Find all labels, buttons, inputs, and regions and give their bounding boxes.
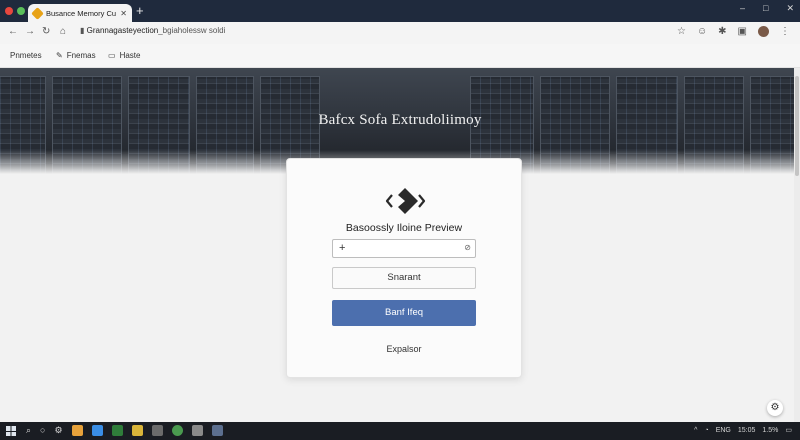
start-menu-icon[interactable] [6, 426, 16, 436]
system-tray: ^ ◔ ENG 15:05 1.5% ▭ [694, 426, 792, 435]
minimize-window-dot[interactable] [17, 7, 25, 15]
bookmark-item-2[interactable]: ✎ Fnemas [56, 51, 96, 60]
downloads-icon[interactable]: ▣ [738, 26, 747, 37]
monitor-icon: ▭ [108, 51, 116, 60]
app-icon[interactable] [211, 425, 223, 436]
clear-icon[interactable]: ⊘ [464, 243, 471, 252]
brand-logo-icon [385, 188, 426, 214]
tab-title: Busance Memory Cuscey [46, 8, 117, 18]
tab-close-icon[interactable]: ✕ [120, 9, 127, 18]
new-tab-button[interactable]: + [136, 4, 144, 18]
maximize-button[interactable]: □ [763, 3, 768, 14]
browser-tab-strip: Busance Memory Cuscey ✕ + – □ ✕ [0, 0, 800, 22]
profile-avatar[interactable] [758, 26, 769, 37]
bookmark-label: Pnmetes [10, 51, 42, 60]
search-input[interactable]: + ⊘ [332, 239, 476, 258]
login-card: Basoossly Iloine Preview + ⊘ Snarant Ban… [286, 158, 522, 378]
bookmark-star-icon[interactable]: ☆ [677, 26, 686, 37]
scrollbar-thumb[interactable] [795, 76, 799, 176]
browser-tab-active[interactable]: Busance Memory Cuscey ✕ [28, 4, 132, 22]
taskbar: ⌕ ○ ⚙ ^ ◔ ENG 15:05 1.5% ▭ [0, 422, 800, 440]
task-view-icon[interactable]: ○ [40, 425, 45, 436]
address-bar-row: ← → ↻ ⌂ ▮ Grannagasteyection_bgiaholessw… [0, 22, 800, 44]
url-path: _bgiaholessw soldi [158, 26, 226, 35]
help-floating-icon[interactable]: ⚙ [767, 400, 783, 416]
settings-icon[interactable]: ⚙ [54, 425, 62, 436]
card-title: Basoossly Iloine Preview [345, 222, 463, 234]
battery-level[interactable]: 1.5% [762, 427, 778, 434]
close-window-dot[interactable] [5, 7, 13, 15]
bookmark-label: Fnemas [66, 51, 96, 60]
extension-icon[interactable]: ☺ [697, 26, 707, 37]
url-host: Grannagasteyection [86, 26, 159, 35]
bookmarks-bar: Pnmetes ✎ Fnemas ▭ Haste [0, 44, 800, 68]
window-controls: – □ ✕ [740, 3, 794, 14]
explore-link[interactable]: Expalsor [287, 344, 521, 354]
bookmark-item-1[interactable]: Pnmetes [10, 51, 42, 60]
chrome-icon[interactable] [171, 425, 183, 436]
reload-icon[interactable]: ↻ [42, 26, 50, 37]
file-explorer-icon[interactable] [71, 425, 83, 436]
app-icon[interactable] [151, 425, 163, 436]
secondary-button[interactable]: Snarant [332, 267, 476, 289]
menu-kebab-icon[interactable]: ⋮ [780, 26, 790, 37]
bookmark-item-3[interactable]: ▭ Haste [108, 51, 140, 60]
url-field[interactable]: ▮ Grannagasteyection_bgiaholessw soldi [80, 26, 225, 35]
taskbar-apps: ⌕ ○ ⚙ [26, 425, 223, 436]
puzzle-icon[interactable]: ✱ [718, 26, 726, 37]
network-icon[interactable]: ◔ [704, 427, 708, 434]
home-icon[interactable]: ⌂ [60, 26, 66, 37]
mail-icon[interactable] [131, 425, 143, 436]
notification-icon[interactable]: ▭ [785, 426, 792, 434]
forward-arrow-icon[interactable]: → [25, 26, 35, 37]
clock[interactable]: 15:05 [738, 427, 756, 434]
search-icon[interactable]: ⌕ [26, 425, 31, 436]
tray-language[interactable]: ENG [716, 427, 731, 434]
app-icon[interactable] [191, 425, 203, 436]
hero-title: Bafcx Sofa Extrudoliimoy [318, 112, 482, 128]
lock-icon: ▮ [80, 26, 87, 35]
edge-icon[interactable] [91, 425, 103, 436]
store-icon[interactable] [111, 425, 123, 436]
traffic-lights [5, 7, 25, 15]
primary-button[interactable]: Banf Ifeq [332, 300, 476, 326]
search-input-text[interactable] [351, 242, 451, 255]
back-arrow-icon[interactable]: ← [8, 26, 18, 37]
toolbar-right: ☆ ☺ ✱ ▣ ⋮ [677, 26, 790, 37]
close-button[interactable]: ✕ [786, 3, 794, 14]
bookmark-label: Haste [119, 51, 141, 60]
site-favicon-icon [31, 6, 44, 20]
chevron-up-icon[interactable]: ^ [694, 427, 697, 434]
puzzle-icon: ✎ [56, 51, 63, 60]
minimize-button[interactable]: – [740, 3, 745, 14]
plus-icon: + [339, 242, 346, 254]
